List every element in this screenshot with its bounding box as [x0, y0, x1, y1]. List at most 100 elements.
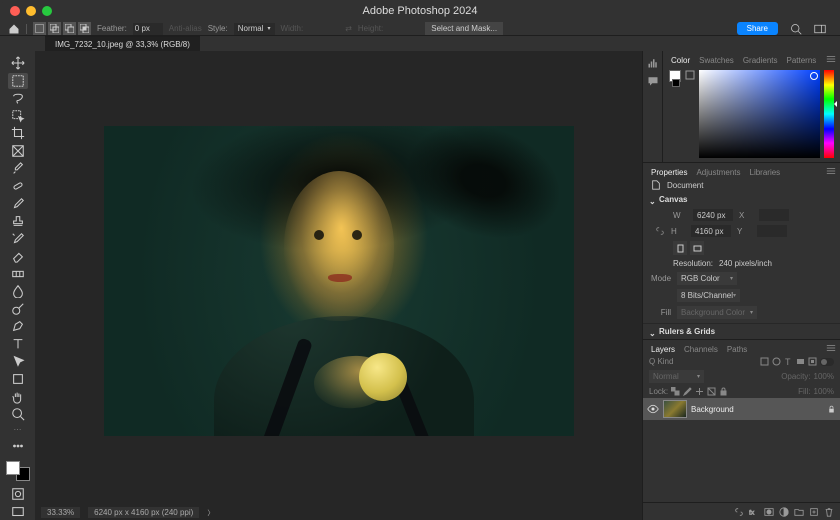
- height-value[interactable]: 4160 px: [691, 225, 731, 237]
- document-tab[interactable]: IMG_7232_10.jpeg @ 33,3% (RGB/8): [45, 36, 200, 51]
- home-icon[interactable]: [8, 23, 20, 35]
- color-cursor[interactable]: [810, 72, 818, 80]
- layer-row[interactable]: Background: [643, 398, 840, 420]
- lock-transparency-icon[interactable]: [671, 387, 680, 396]
- color-field[interactable]: [699, 70, 820, 158]
- hue-slider[interactable]: [824, 70, 834, 158]
- panel-menu-icon[interactable]: [826, 166, 836, 178]
- orientation-portrait-icon[interactable]: [673, 241, 687, 255]
- selection-subtract-icon[interactable]: [63, 22, 76, 35]
- x-value[interactable]: [759, 209, 789, 221]
- history-brush-tool[interactable]: [8, 230, 28, 247]
- rulers-section-header[interactable]: ⌄ Rulers & Grids: [643, 323, 840, 339]
- zoom-readout[interactable]: 33.33%: [41, 507, 80, 518]
- share-button[interactable]: Share: [737, 22, 778, 35]
- filter-smart-icon[interactable]: [808, 357, 817, 366]
- style-select[interactable]: Normal ▾: [234, 23, 275, 35]
- hue-pointer-icon[interactable]: [834, 101, 837, 107]
- color-mode-select[interactable]: RGB Color▾: [677, 272, 737, 285]
- shape-tool[interactable]: [8, 371, 28, 388]
- quick-mask-tool[interactable]: [8, 486, 28, 503]
- tab-layers[interactable]: Layers: [647, 344, 679, 355]
- search-icon[interactable]: [790, 23, 802, 35]
- lock-paint-icon[interactable]: [683, 387, 692, 396]
- canvas-area[interactable]: 33.33% 6240 px x 4160 px (240 ppi) 〉: [35, 51, 642, 520]
- fill-value[interactable]: 100%: [814, 387, 834, 396]
- panel-menu-icon[interactable]: [826, 343, 836, 355]
- tab-channels[interactable]: Channels: [680, 344, 722, 355]
- feather-input[interactable]: 0 px: [133, 23, 163, 35]
- selection-add-icon[interactable]: [48, 22, 61, 35]
- doc-dimensions[interactable]: 6240 px x 4160 px (240 ppi): [88, 507, 199, 518]
- close-window[interactable]: [10, 6, 20, 16]
- move-tool[interactable]: [8, 55, 28, 72]
- foreground-color[interactable]: [6, 461, 20, 475]
- tab-properties[interactable]: Properties: [647, 167, 691, 178]
- minimize-window[interactable]: [26, 6, 36, 16]
- stamp-tool[interactable]: [8, 213, 28, 230]
- layer-thumbnail[interactable]: [663, 400, 687, 418]
- canvas-section-header[interactable]: ⌄ Canvas: [643, 192, 840, 207]
- tab-swatches[interactable]: Swatches: [695, 55, 738, 66]
- eyedropper-tool[interactable]: [8, 160, 28, 177]
- link-layers-icon[interactable]: [734, 507, 744, 517]
- new-layer-icon[interactable]: [809, 507, 819, 517]
- eraser-tool[interactable]: [8, 248, 28, 265]
- hand-tool[interactable]: [8, 388, 28, 405]
- zoom-window[interactable]: [42, 6, 52, 16]
- edit-toolbar[interactable]: [8, 437, 28, 454]
- group-icon[interactable]: [794, 507, 804, 517]
- blur-tool[interactable]: [8, 283, 28, 300]
- zoom-tool[interactable]: [8, 406, 28, 423]
- comments-icon[interactable]: [647, 75, 659, 87]
- status-caret-icon[interactable]: 〉: [207, 508, 214, 518]
- marquee-tool[interactable]: [8, 73, 28, 90]
- filter-shape-icon[interactable]: [796, 357, 805, 366]
- bit-depth-select[interactable]: 8 Bits/Channel▾: [677, 289, 740, 302]
- fg-bg-swatches[interactable]: [669, 70, 681, 158]
- filter-adjust-icon[interactable]: [772, 357, 781, 366]
- foreground-background-color[interactable]: [6, 461, 30, 481]
- brush-tool[interactable]: [8, 195, 28, 212]
- width-value[interactable]: 6240 px: [693, 209, 733, 221]
- lock-all-icon[interactable]: [719, 387, 728, 396]
- mask-icon[interactable]: [764, 507, 774, 517]
- path-select-tool[interactable]: [8, 353, 28, 370]
- select-and-mask-button[interactable]: Select and Mask...: [425, 22, 503, 35]
- type-tool[interactable]: [8, 336, 28, 353]
- filter-type-icon[interactable]: T: [784, 357, 793, 366]
- y-value[interactable]: [757, 225, 787, 237]
- bg-swatch[interactable]: [672, 79, 680, 87]
- visibility-eye-icon[interactable]: [647, 403, 659, 415]
- layer-name[interactable]: Background: [691, 405, 823, 414]
- fill-select[interactable]: Background Color▾: [677, 306, 757, 319]
- tab-patterns[interactable]: Patterns: [783, 55, 821, 66]
- link-wh-icon[interactable]: [655, 226, 665, 236]
- histogram-icon[interactable]: [647, 57, 659, 69]
- tab-color[interactable]: Color: [667, 55, 694, 66]
- pen-tool[interactable]: [8, 318, 28, 335]
- opacity-value[interactable]: 100%: [814, 372, 834, 381]
- workspace-icon[interactable]: [814, 23, 826, 35]
- screen-mode[interactable]: [8, 503, 28, 520]
- lasso-tool[interactable]: [8, 90, 28, 107]
- dodge-tool[interactable]: [8, 301, 28, 318]
- selection-new-icon[interactable]: [33, 22, 46, 35]
- gradient-tool[interactable]: [8, 266, 28, 283]
- hue-cube-icon[interactable]: [685, 70, 695, 80]
- filter-pixel-icon[interactable]: [760, 357, 769, 366]
- panel-menu-icon[interactable]: [826, 54, 836, 66]
- lock-position-icon[interactable]: [695, 387, 704, 396]
- tab-libraries[interactable]: Libraries: [746, 167, 785, 178]
- object-select-tool[interactable]: [8, 108, 28, 125]
- layer-kind-filter[interactable]: Q Kind: [649, 357, 673, 366]
- crop-tool[interactable]: [8, 125, 28, 142]
- selection-intersect-icon[interactable]: [78, 22, 91, 35]
- orientation-landscape-icon[interactable]: [690, 241, 704, 255]
- heal-tool[interactable]: [8, 178, 28, 195]
- frame-tool[interactable]: [8, 143, 28, 160]
- trash-icon[interactable]: [824, 507, 834, 517]
- lock-nested-icon[interactable]: [707, 387, 716, 396]
- tab-gradients[interactable]: Gradients: [739, 55, 782, 66]
- tab-adjustments[interactable]: Adjustments: [692, 167, 744, 178]
